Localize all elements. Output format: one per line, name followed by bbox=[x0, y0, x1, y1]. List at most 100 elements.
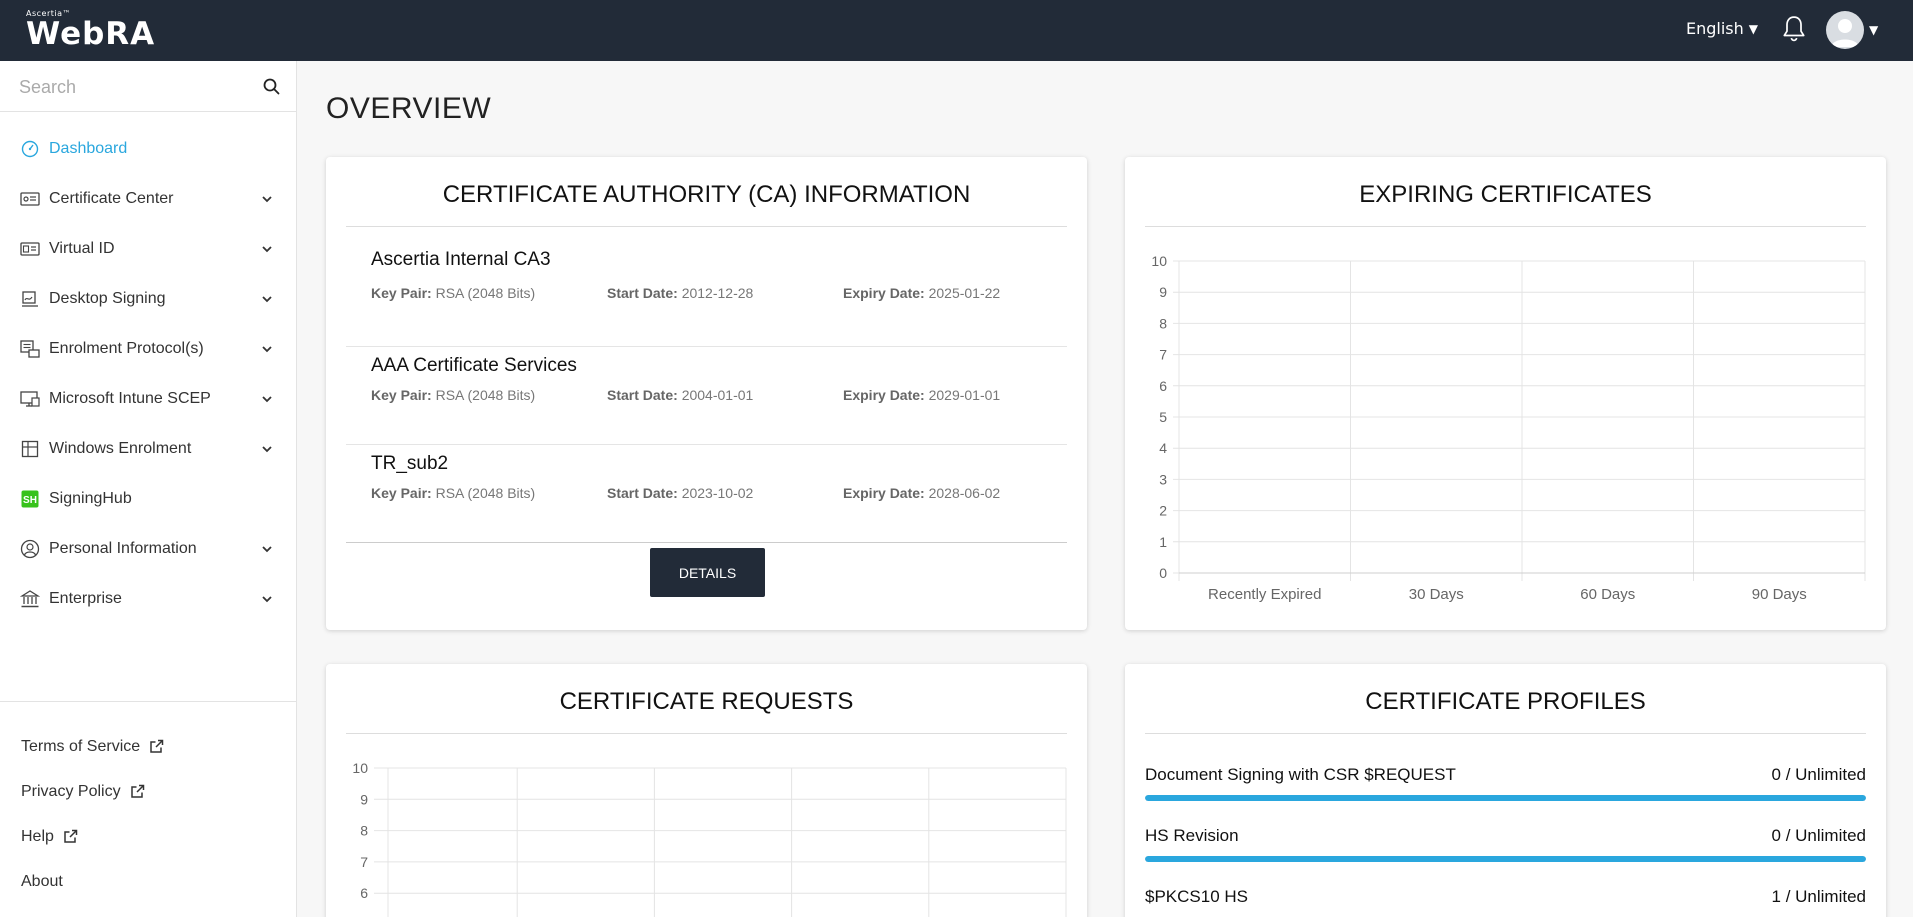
privacy-policy-link[interactable]: Privacy Policy bbox=[0, 769, 296, 814]
chevron-down-icon bbox=[262, 296, 272, 303]
field-value: RSA (2048 Bits) bbox=[435, 485, 536, 501]
field-value: 2029-01-01 bbox=[928, 387, 1001, 403]
footer-link-label: Privacy Policy bbox=[21, 782, 121, 800]
signinghub-icon: SH bbox=[20, 490, 40, 508]
field-value: 2028-06-02 bbox=[928, 485, 1001, 501]
sidebar-item-virtual-id[interactable]: Virtual ID bbox=[0, 224, 296, 274]
ca-row: AAA Certificate Services Key Pair: RSA (… bbox=[346, 347, 1067, 445]
sidebar-item-label: Desktop Signing bbox=[49, 290, 166, 307]
ca-row: Ascertia Internal CA3 Key Pair: RSA (204… bbox=[346, 249, 1067, 347]
ca-information-card: CERTIFICATE AUTHORITY (CA) INFORMATION A… bbox=[326, 157, 1087, 630]
ca-key-pair: Key Pair: RSA (2048 Bits) bbox=[371, 285, 535, 301]
language-selector[interactable]: English ▼ bbox=[1686, 19, 1758, 38]
sidebar-item-dashboard[interactable]: Dashboard bbox=[0, 124, 296, 174]
sidebar-item-certificate-center[interactable]: Certificate Center bbox=[0, 174, 296, 224]
card-title: CERTIFICATE AUTHORITY (CA) INFORMATION bbox=[346, 177, 1067, 227]
language-label: English bbox=[1686, 19, 1744, 38]
x-tick-label: Recently Expired bbox=[1208, 586, 1321, 603]
profile-count: 0 / Unlimited bbox=[1771, 765, 1866, 784]
sidebar-item-microsoft-intune-scep[interactable]: Microsoft Intune SCEP bbox=[0, 374, 296, 424]
field-label: Expiry Date: bbox=[843, 285, 925, 301]
notification-bell-icon[interactable] bbox=[1781, 15, 1807, 43]
field-value: 2004-01-01 bbox=[681, 387, 754, 403]
profile-name: Document Signing with CSR $REQUEST bbox=[1145, 765, 1456, 784]
sidebar-item-personal-information[interactable]: Personal Information bbox=[0, 524, 296, 574]
enrolment-icon bbox=[20, 340, 40, 358]
ca-name: Ascertia Internal CA3 bbox=[371, 249, 551, 270]
y-tick-label: 8 bbox=[360, 823, 368, 839]
x-tick-label: 30 Days bbox=[1409, 586, 1464, 603]
external-link-icon bbox=[130, 784, 144, 798]
card-title: CERTIFICATE PROFILES bbox=[1145, 684, 1866, 734]
profile-name: $PKCS10 HS bbox=[1145, 887, 1248, 906]
profile-row[interactable]: Document Signing with CSR $REQUEST 0 / U… bbox=[1145, 756, 1866, 817]
help-link[interactable]: Help bbox=[0, 814, 296, 859]
signing-icon bbox=[20, 290, 40, 308]
field-label: Expiry Date: bbox=[843, 485, 925, 501]
profile-count: 1 / Unlimited bbox=[1771, 887, 1866, 906]
about-link[interactable]: About bbox=[0, 859, 296, 904]
field-value: 2012-12-28 bbox=[681, 285, 754, 301]
x-tick-label: 90 Days bbox=[1752, 586, 1807, 603]
user-menu[interactable]: ▼ bbox=[1826, 11, 1878, 49]
y-tick-label: 6 bbox=[1159, 378, 1167, 394]
ca-start-date: Start Date: 2023-10-02 bbox=[607, 485, 753, 501]
brand-main-text: WebRA bbox=[26, 16, 156, 52]
y-tick-label: 9 bbox=[1159, 284, 1167, 300]
search-icon[interactable] bbox=[263, 78, 280, 95]
field-label: Start Date: bbox=[607, 387, 678, 403]
ca-name: TR_sub2 bbox=[371, 453, 449, 474]
x-tick-label: 60 Days bbox=[1580, 586, 1635, 603]
field-value: RSA (2048 Bits) bbox=[435, 285, 536, 301]
chevron-down-icon bbox=[262, 596, 272, 603]
certificate-requests-card: CERTIFICATE REQUESTS 10 9 8 7 6 bbox=[326, 664, 1087, 917]
profile-row[interactable]: HS Revision 0 / Unlimited bbox=[1145, 817, 1866, 878]
profile-list: Document Signing with CSR $REQUEST 0 / U… bbox=[1145, 756, 1866, 917]
y-tick-label: 1 bbox=[1159, 534, 1167, 550]
y-tick-label: 3 bbox=[1159, 471, 1167, 487]
ca-start-date: Start Date: 2012-12-28 bbox=[607, 285, 753, 301]
chevron-down-icon bbox=[262, 546, 272, 553]
field-label: Start Date: bbox=[607, 285, 678, 301]
field-label: Expiry Date: bbox=[843, 387, 925, 403]
field-value: 2023-10-02 bbox=[681, 485, 754, 501]
ca-name: AAA Certificate Services bbox=[371, 355, 577, 376]
sidebar-item-label: Dashboard bbox=[49, 140, 128, 157]
sidebar-item-enrolment-protocols[interactable]: Enrolment Protocol(s) bbox=[0, 324, 296, 374]
footer-link-label: About bbox=[21, 872, 63, 890]
chevron-down-icon bbox=[262, 196, 272, 203]
details-button[interactable]: DETAILS bbox=[650, 548, 765, 597]
page-title: OVERVIEW bbox=[326, 92, 492, 125]
svg-text:SH: SH bbox=[23, 495, 37, 506]
webra-logo[interactable]: Ascertia™ WebRA bbox=[26, 9, 155, 50]
avatar bbox=[1826, 11, 1864, 49]
caret-down-icon: ▼ bbox=[1869, 23, 1879, 37]
search-input[interactable] bbox=[19, 73, 249, 101]
field-label: Key Pair: bbox=[371, 387, 432, 403]
monitor-icon bbox=[20, 390, 40, 408]
terms-of-service-link[interactable]: Terms of Service bbox=[0, 724, 296, 769]
top-bar: Ascertia™ WebRA English ▼ ▼ bbox=[0, 0, 1913, 61]
sidebar-item-windows-enrolment[interactable]: Windows Enrolment bbox=[0, 424, 296, 474]
caret-down-icon: ▼ bbox=[1748, 21, 1759, 36]
sidebar: Dashboard Certificate Center Virtual ID … bbox=[0, 61, 297, 917]
sidebar-item-enterprise[interactable]: Enterprise bbox=[0, 574, 296, 624]
y-tick-label: 6 bbox=[360, 885, 368, 901]
y-tick-label: 7 bbox=[1159, 347, 1167, 363]
ca-key-pair: Key Pair: RSA (2048 Bits) bbox=[371, 387, 535, 403]
ca-start-date: Start Date: 2004-01-01 bbox=[607, 387, 753, 403]
card-title: EXPIRING CERTIFICATES bbox=[1145, 177, 1866, 227]
field-label: Start Date: bbox=[607, 485, 678, 501]
sidebar-nav: Dashboard Certificate Center Virtual ID … bbox=[0, 112, 296, 624]
y-tick-label: 2 bbox=[1159, 503, 1167, 519]
certificate-requests-chart: 10 9 8 7 6 bbox=[352, 760, 1067, 917]
sidebar-item-label: Enrolment Protocol(s) bbox=[49, 340, 204, 357]
user-circle-icon bbox=[20, 539, 40, 559]
profile-name: HS Revision bbox=[1145, 826, 1239, 845]
sidebar-item-signinghub[interactable]: SH SigningHub bbox=[0, 474, 296, 524]
external-link-icon bbox=[64, 829, 78, 843]
sidebar-item-desktop-signing[interactable]: Desktop Signing bbox=[0, 274, 296, 324]
profile-row[interactable]: $PKCS10 HS 1 / Unlimited bbox=[1145, 878, 1866, 917]
bank-icon bbox=[20, 590, 40, 608]
chevron-down-icon bbox=[262, 446, 272, 453]
